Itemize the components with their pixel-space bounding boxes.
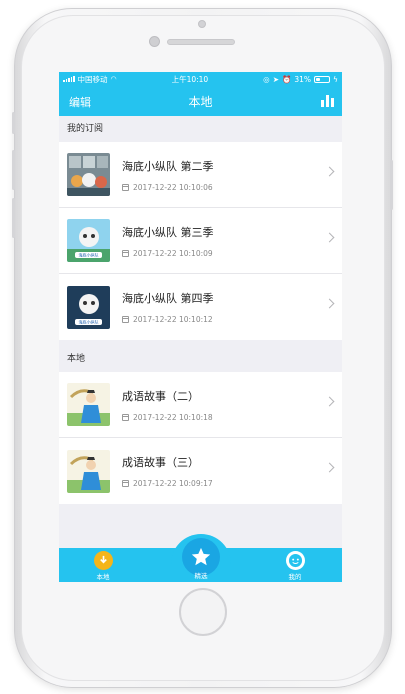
tab-local[interactable]: 本地 [73, 551, 133, 581]
idiom-story-3-thumbnail [67, 449, 110, 493]
item-timestamp: 2017-12-22 10:09:17 [133, 479, 213, 488]
tab-featured[interactable]: 精选 [171, 570, 231, 580]
earpiece-speaker [167, 39, 235, 45]
thumbnail-caption: 海底小纵队 [79, 252, 99, 258]
item-timestamp: 2017-12-22 10:10:12 [133, 315, 213, 324]
item-title: 海底小纵队 第三季 [122, 225, 214, 239]
item-timestamp: 2017-12-22 10:10:18 [133, 412, 213, 422]
battery-icon [314, 75, 331, 83]
item-title: 成语故事（二） [122, 389, 199, 403]
status-time: 上午10:10 [171, 74, 209, 84]
tab-label: 本地 [96, 573, 110, 581]
local-list: 成语故事（二） 2017-12-22 10:10:18 成语故事（三） 2017… [59, 372, 342, 504]
charging-icon: ϟ [333, 74, 338, 84]
item-title: 海底小纵队 第二季 [122, 159, 214, 173]
list-item[interactable]: 成语故事（三） 2017-12-22 10:09:17 [59, 438, 342, 504]
tab-mine[interactable]: 我的 [265, 551, 325, 581]
item-title: 海底小纵队 第四季 [122, 292, 214, 305]
calendar-icon [122, 480, 129, 487]
bar-chart-icon[interactable] [321, 94, 334, 107]
mute-switch [12, 112, 15, 134]
face-icon [285, 551, 305, 570]
download-icon [93, 551, 113, 570]
calendar-icon [122, 183, 129, 191]
idiom-story-2-thumbnail [67, 383, 110, 426]
list-item[interactable]: 海底小纵队 海底小纵队 第四季 2017-12-22 10:10:12 [59, 274, 342, 340]
tab-featured-bump [171, 534, 231, 576]
chevron-right-icon [324, 396, 335, 407]
calendar-icon [122, 413, 129, 421]
list-item[interactable]: 海底小纵队 第二季 2017-12-22 10:10:06 [59, 142, 342, 208]
power-button [390, 160, 393, 210]
tab-label: 精选 [194, 572, 208, 580]
volume-down-button [12, 198, 15, 238]
list-item[interactable]: 海底小纵队 海底小纵队 第三季 2017-12-22 10:10:09 [59, 208, 342, 274]
octonauts-s4-thumbnail: 海底小纵队 [67, 285, 110, 329]
list-item[interactable]: 成语故事（二） 2017-12-22 10:10:18 [59, 372, 342, 438]
chevron-right-icon [324, 462, 335, 473]
signal-icon [63, 76, 75, 82]
octonauts-s3-thumbnail: 海底小纵队 [67, 219, 110, 262]
alarm-icon: ⏰ [282, 74, 292, 84]
proximity-sensor [198, 20, 206, 28]
item-timestamp: 2017-12-22 10:10:09 [133, 248, 213, 258]
chevron-right-icon [324, 166, 335, 177]
section-header-local: 本地 [59, 346, 342, 372]
navigation-bar: 编辑 本地 [59, 86, 342, 116]
home-button[interactable] [179, 588, 227, 636]
thumbnail-caption: 海底小纵队 [79, 318, 99, 324]
status-bar: 中国移动 ◠ 上午10:10 ◎ ➤ ⏰ 31% ϟ [59, 72, 342, 86]
edit-button[interactable]: 编辑 [69, 94, 91, 110]
location-icon: ➤ [272, 74, 280, 84]
battery-percent: 31% [294, 74, 312, 84]
tab-bar: 本地 精选 我的 [59, 534, 342, 582]
page-title: 本地 [188, 94, 213, 109]
wifi-icon: ◠ [110, 75, 117, 83]
tab-label: 我的 [288, 573, 302, 581]
lock-rotation-icon: ◎ [263, 74, 270, 84]
calendar-icon [122, 249, 129, 257]
front-camera [149, 36, 160, 47]
chevron-right-icon [324, 298, 335, 309]
octonauts-s2-thumbnail [67, 153, 110, 196]
app-screen: 中国移动 ◠ 上午10:10 ◎ ➤ ⏰ 31% ϟ 编辑 本地 我的订阅 海底… [59, 72, 342, 582]
chevron-right-icon [324, 232, 335, 243]
calendar-icon [122, 316, 129, 323]
item-timestamp: 2017-12-22 10:10:06 [133, 182, 213, 192]
carrier-label: 中国移动 [77, 74, 108, 84]
section-header-subscriptions: 我的订阅 [59, 116, 342, 142]
subscription-list: 海底小纵队 第二季 2017-12-22 10:10:06 海底小纵队 海底小纵… [59, 142, 342, 340]
volume-up-button [12, 150, 15, 190]
item-title: 成语故事（三） [122, 456, 199, 469]
